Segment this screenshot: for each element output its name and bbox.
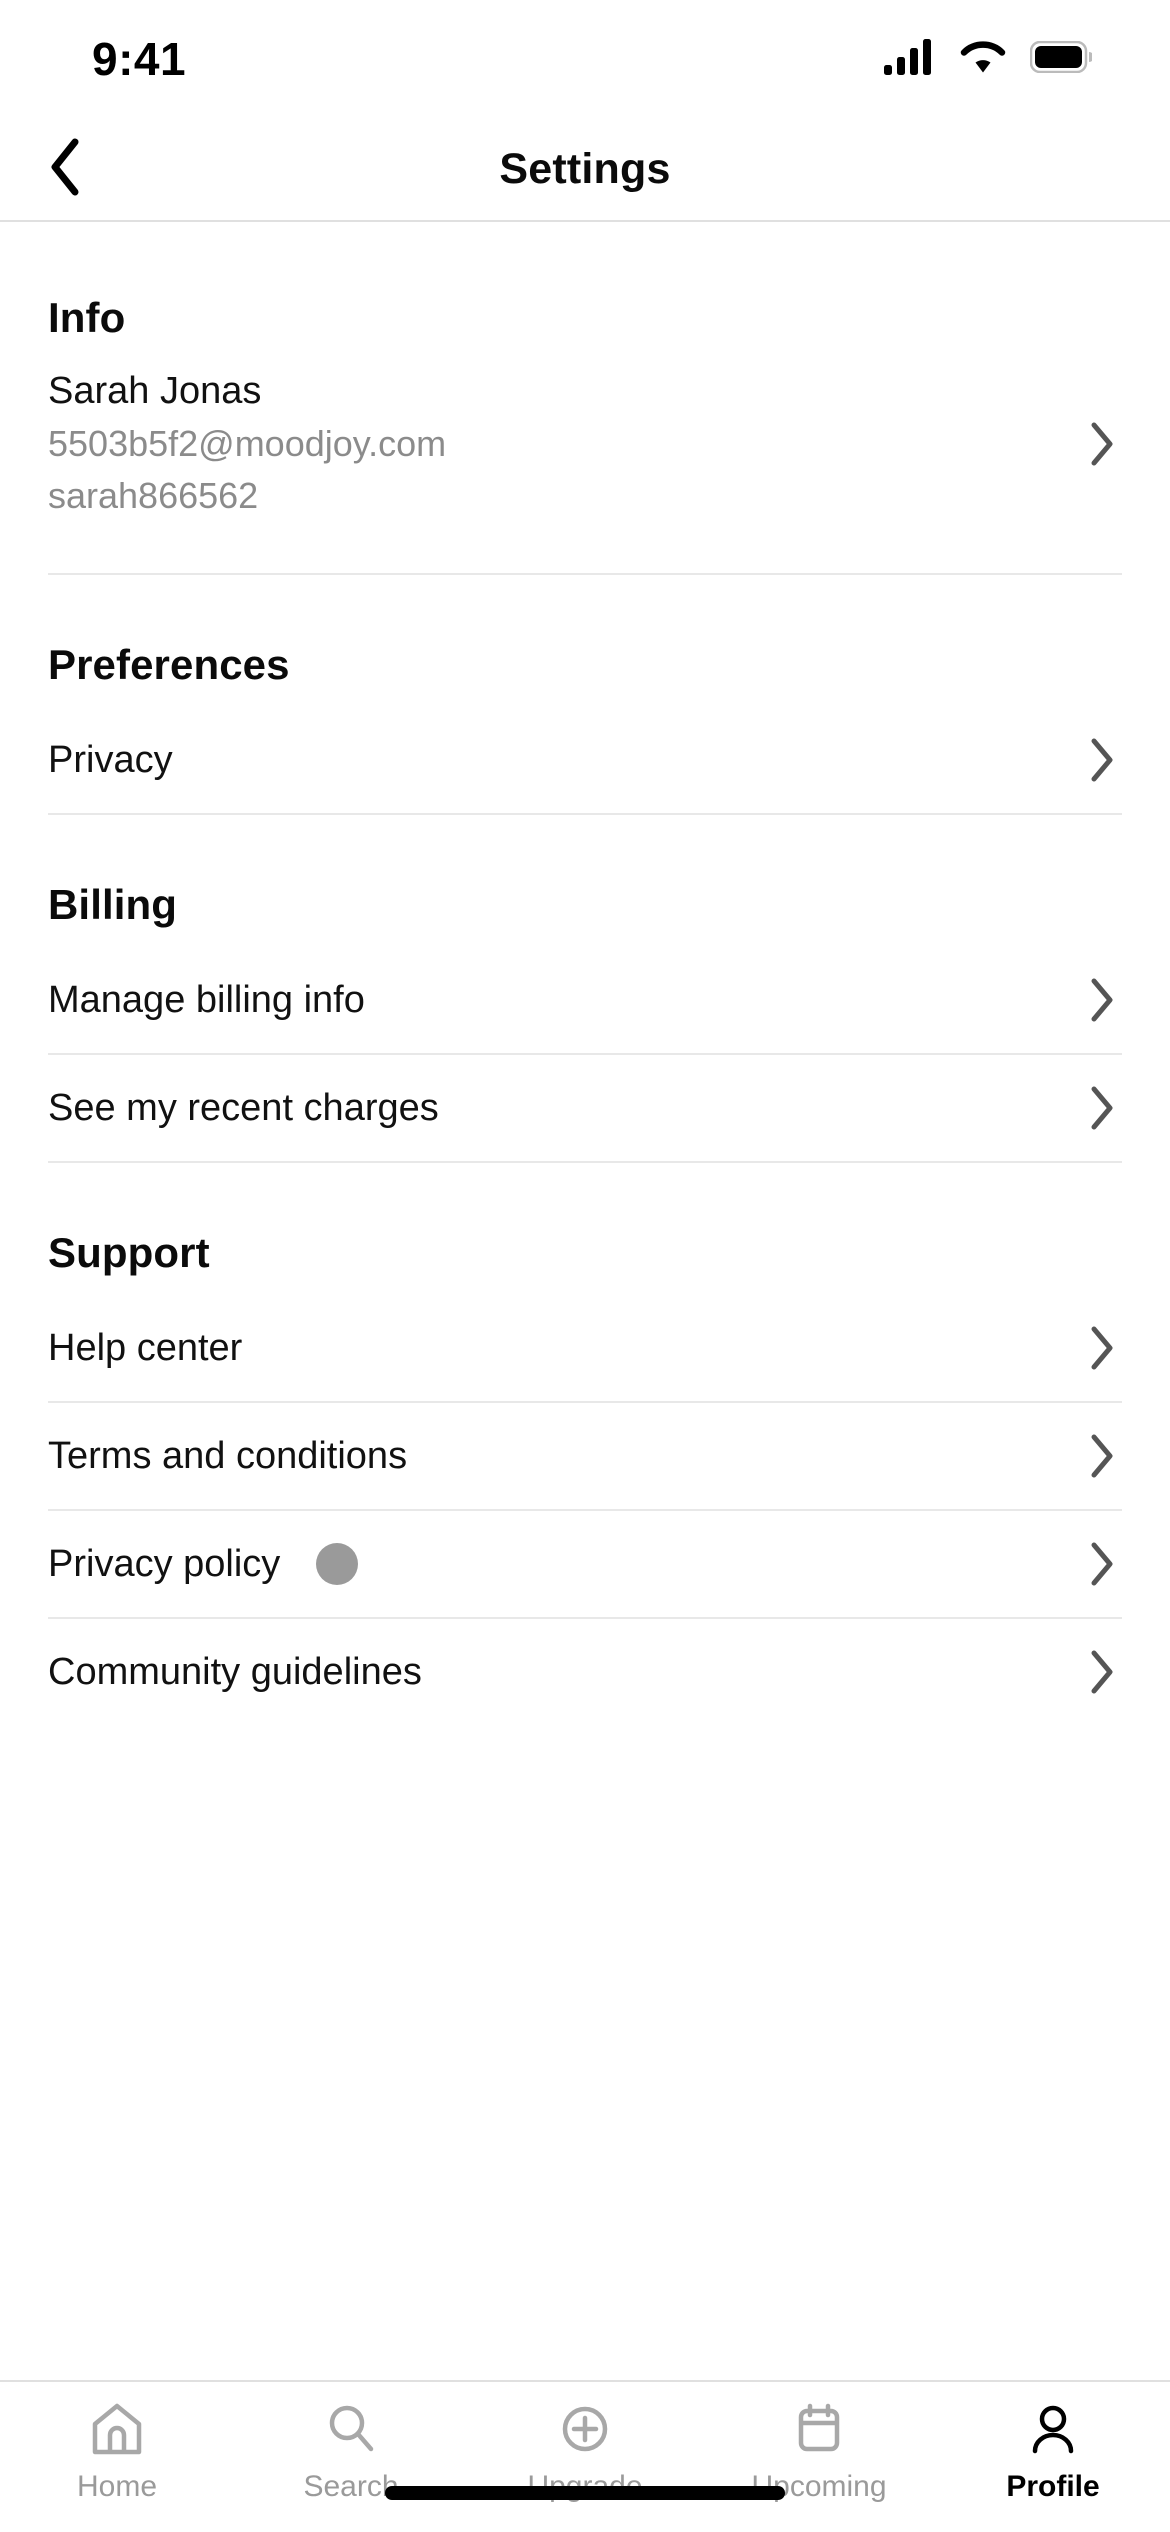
calendar-icon	[791, 2400, 847, 2458]
row-label: Help center	[48, 1326, 243, 1369]
home-icon	[89, 2400, 145, 2458]
signal-bars-icon	[884, 38, 936, 80]
section-title-info: Info	[48, 294, 126, 341]
status-badge	[316, 1543, 359, 1585]
tab-profile[interactable]: Profile	[936, 2400, 1170, 2504]
person-icon	[1025, 2400, 1081, 2458]
chevron-right-icon	[1082, 1541, 1122, 1587]
chevron-right-icon	[1082, 1085, 1122, 1131]
chevron-right-icon	[1082, 1433, 1122, 1479]
plus-circle-icon	[557, 2400, 613, 2458]
status-time: 9:41	[92, 33, 187, 85]
section-title-support: Support	[48, 1229, 210, 1276]
battery-icon	[1029, 40, 1094, 78]
account-name: Sarah Jonas	[48, 370, 262, 412]
navigation-bar: Settings	[0, 118, 1170, 222]
tab-home[interactable]: Home	[0, 2400, 234, 2504]
row-terms-and-conditions[interactable]: Terms and conditions	[0, 1403, 1170, 1509]
row-privacy[interactable]: Privacy	[0, 707, 1170, 813]
section-title-preferences: Preferences	[48, 641, 290, 688]
bottom-tab-bar: Home Search Upgrade	[0, 2380, 1170, 2532]
row-community-guidelines[interactable]: Community guidelines	[0, 1619, 1170, 1725]
settings-screen: 9:41 Settings Info Sarah Jonas 5503b5f2@…	[0, 0, 1170, 2532]
row-label: See my recent charges	[48, 1086, 439, 1129]
row-label: Privacy policy	[48, 1542, 281, 1585]
chevron-right-icon	[1082, 1325, 1122, 1371]
row-label: Privacy	[48, 738, 173, 781]
row-account-info[interactable]: Sarah Jonas 5503b5f2@moodjoy.com sarah86…	[0, 342, 1170, 551]
page-title: Settings	[499, 144, 671, 193]
row-recent-charges[interactable]: See my recent charges	[0, 1055, 1170, 1161]
chevron-right-icon	[1082, 1649, 1122, 1695]
account-email: 5503b5f2@moodjoy.com	[48, 423, 447, 464]
search-icon	[323, 2400, 379, 2458]
account-summary: Sarah Jonas 5503b5f2@moodjoy.com sarah86…	[48, 370, 446, 517]
row-manage-billing-info[interactable]: Manage billing info	[0, 947, 1170, 1053]
chevron-right-icon	[1082, 977, 1122, 1023]
section-title-billing: Billing	[48, 881, 178, 928]
row-label: Manage billing info	[48, 978, 365, 1021]
settings-list: Info Sarah Jonas 5503b5f2@moodjoy.com sa…	[0, 222, 1170, 2380]
row-help-center[interactable]: Help center	[0, 1295, 1170, 1401]
row-privacy-policy[interactable]: Privacy policy	[0, 1511, 1170, 1617]
back-button[interactable]	[22, 126, 108, 212]
tab-label: Profile	[1006, 2470, 1100, 2503]
status-bar: 9:41	[0, 0, 1170, 118]
chevron-right-icon	[1082, 737, 1122, 783]
row-label: Community guidelines	[48, 1650, 422, 1693]
row-label: Terms and conditions	[48, 1434, 408, 1477]
chevron-right-icon	[1082, 421, 1122, 467]
tab-label: Home	[76, 2470, 158, 2503]
status-icons	[884, 38, 1094, 80]
chevron-left-icon	[45, 136, 85, 203]
home-indicator	[385, 2486, 785, 2500]
account-handle: sarah866562	[48, 475, 259, 516]
wifi-icon	[958, 39, 1008, 80]
tab-label: Search	[303, 2470, 399, 2503]
